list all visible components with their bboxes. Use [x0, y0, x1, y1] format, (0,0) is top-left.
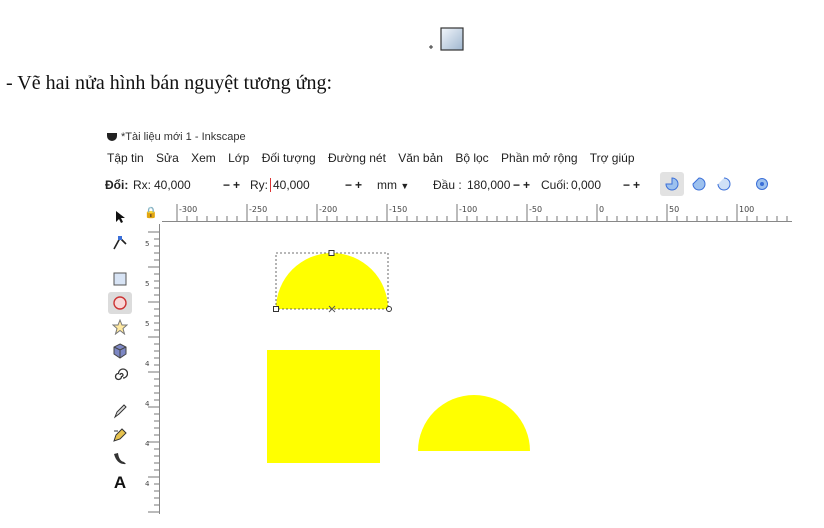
vruler-label: 5 — [145, 240, 149, 248]
handle-top[interactable] — [328, 250, 335, 256]
ry-label: Ry: — [250, 178, 268, 192]
gradient-square-icon — [429, 27, 464, 51]
ruler-label: -200 — [319, 205, 337, 214]
horizontal-ruler: -300 -250 -200 -150 -100 -50 0 50 100 — [162, 204, 792, 222]
ruler-label: -50 — [529, 205, 542, 214]
ruler-label: -250 — [249, 205, 267, 214]
start-label: Đầu : — [433, 178, 462, 192]
inkscape-logo-icon — [107, 133, 117, 142]
menu-help[interactable]: Trợ giúp — [590, 151, 635, 165]
instruction-text: - Vẽ hai nửa hình bán nguyệt tương ứng: — [6, 72, 333, 94]
star-icon — [112, 319, 128, 335]
node-tool[interactable] — [108, 232, 132, 254]
window-title: *Tài liệu mới 1 - Inkscape — [107, 131, 246, 143]
vruler-label: 5 — [145, 320, 149, 328]
vruler-label: 5 — [145, 280, 149, 288]
menu-path[interactable]: Đường nét — [328, 151, 386, 165]
spiral-icon — [114, 368, 128, 381]
yellow-semicircle[interactable] — [418, 395, 530, 451]
3d-box-icon — [113, 343, 127, 359]
vertical-ruler: 5 5 5 4 4 4 4 — [145, 224, 160, 514]
menu-extensions[interactable]: Phần mở rộng — [501, 151, 578, 165]
calligraphy-tool[interactable] — [108, 448, 132, 470]
select-arrow-icon — [116, 211, 125, 223]
lock-guides-icon[interactable]: 🔒 — [144, 206, 158, 219]
rx-input[interactable]: 40,000 — [154, 178, 191, 192]
rectangle-icon — [113, 272, 127, 286]
tool-controls-bar: Đổi: Rx: 40,000 −+ Ry: 40,000 −+ mm ▼ Đầ… — [105, 172, 795, 196]
start-stepper[interactable]: −+ — [513, 178, 533, 192]
change-label: Đổi: — [105, 178, 129, 192]
ruler-label: 100 — [739, 205, 754, 214]
node-edit-icon — [113, 236, 127, 250]
ry-stepper[interactable]: −+ — [345, 178, 365, 192]
ruler-label: -150 — [389, 205, 407, 214]
vruler-label: 4 — [145, 480, 150, 488]
text-tool[interactable]: A — [108, 472, 132, 494]
rx-stepper[interactable]: −+ — [223, 178, 243, 192]
arc-mode-icon — [717, 177, 731, 191]
start-input[interactable]: 180,000 — [467, 178, 510, 192]
menu-filters[interactable]: Bộ lọc — [455, 151, 488, 165]
ruler-label: -300 — [179, 205, 197, 214]
menu-view[interactable]: Xem — [191, 151, 216, 165]
arc-mode-slice-button[interactable] — [660, 172, 684, 196]
whole-circle-icon — [756, 178, 768, 190]
pencil-icon — [113, 404, 127, 419]
handle-right[interactable] — [386, 306, 392, 312]
text-icon: A — [113, 473, 127, 492]
make-whole-button[interactable] — [750, 172, 774, 196]
ruler-label: 0 — [599, 205, 604, 214]
arc-mode-chord-button[interactable] — [687, 172, 711, 196]
vruler-label: 4 — [145, 360, 150, 368]
chord-mode-icon — [692, 177, 706, 191]
handle-left[interactable] — [273, 306, 279, 312]
ellipse-tool[interactable] — [108, 292, 132, 314]
menu-layer[interactable]: Lớp — [228, 151, 249, 165]
menu-file[interactable]: Tập tin — [107, 151, 144, 165]
calligraphy-icon — [114, 453, 126, 465]
pen-icon — [113, 428, 127, 442]
3d-box-tool[interactable] — [108, 340, 132, 362]
pencil-tool[interactable] — [108, 400, 132, 422]
ruler-label: 50 — [669, 205, 679, 214]
menu-bar: Tập tin Sửa Xem Lớp Đối tượng Đường nét … — [107, 151, 644, 165]
rectangle-tool[interactable] — [108, 268, 132, 290]
menu-edit[interactable]: Sửa — [156, 151, 179, 165]
end-stepper[interactable]: −+ — [623, 178, 643, 192]
rx-label: Rx: — [133, 178, 151, 192]
ellipse-icon — [113, 296, 127, 310]
arc-mode-arc-button[interactable] — [712, 172, 736, 196]
spiral-tool[interactable] — [108, 364, 132, 386]
menu-text[interactable]: Văn bản — [398, 151, 443, 165]
dropdown-arrow-icon: ▼ — [400, 181, 410, 191]
vruler-label: 4 — [145, 400, 150, 408]
select-tool[interactable] — [108, 206, 132, 228]
ruler-label: -100 — [459, 205, 477, 214]
unit-select[interactable]: mm ▼ — [377, 178, 409, 192]
selected-semicircle[interactable] — [276, 253, 388, 309]
pen-tool[interactable] — [108, 424, 132, 446]
end-input[interactable]: 0,000 — [571, 178, 601, 192]
yellow-square[interactable] — [267, 350, 380, 463]
menu-object[interactable]: Đối tượng — [262, 151, 316, 165]
star-tool[interactable] — [108, 316, 132, 338]
slice-mode-icon — [665, 177, 679, 191]
drawing-canvas[interactable] — [160, 222, 800, 522]
vruler-label: 4 — [145, 440, 150, 448]
end-label: Cuối: — [541, 178, 570, 192]
ry-input[interactable]: 40,000 — [270, 178, 310, 192]
